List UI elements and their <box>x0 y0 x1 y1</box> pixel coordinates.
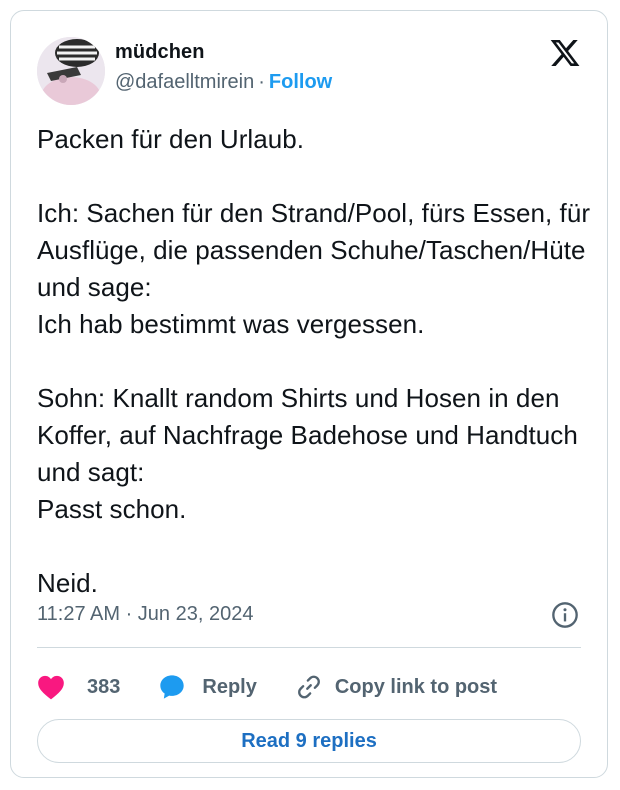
read-replies-button[interactable]: Read 9 replies <box>37 719 581 763</box>
link-icon <box>297 675 320 699</box>
avatar[interactable] <box>37 37 105 105</box>
heart-icon <box>38 675 64 700</box>
reply-button[interactable]: Reply <box>158 673 257 701</box>
like-button[interactable]: 383 <box>37 674 120 700</box>
follow-button[interactable]: Follow <box>269 71 332 93</box>
author-display-name[interactable]: müdchen <box>115 41 205 64</box>
author-handle[interactable]: @dafaelltmirein <box>115 71 254 93</box>
x-logo-icon[interactable] <box>549 37 581 69</box>
tweet-timestamp[interactable]: 11:27 AM · Jun 23, 2024 <box>37 603 253 626</box>
tweet-text: Packen für den Urlaub. Ich: Sachen für d… <box>37 124 591 598</box>
like-count: 383 <box>87 675 121 698</box>
speech-bubble-icon <box>160 675 185 699</box>
separator-dot: · <box>258 71 265 93</box>
avatar-image <box>37 37 105 105</box>
divider <box>37 647 581 648</box>
author-handle-row: @dafaelltmirein · Follow <box>115 71 332 94</box>
copy-link-button[interactable]: Copy link to post <box>295 673 497 701</box>
action-bar: 383 Reply Copy link to post <box>37 667 497 707</box>
copy-link-label: Copy link to post <box>334 675 498 698</box>
tweet-card: müdchen @dafaelltmirein · Follow Packen fü… <box>10 10 608 778</box>
info-icon[interactable] <box>551 601 579 629</box>
reply-label: Reply <box>202 675 257 698</box>
